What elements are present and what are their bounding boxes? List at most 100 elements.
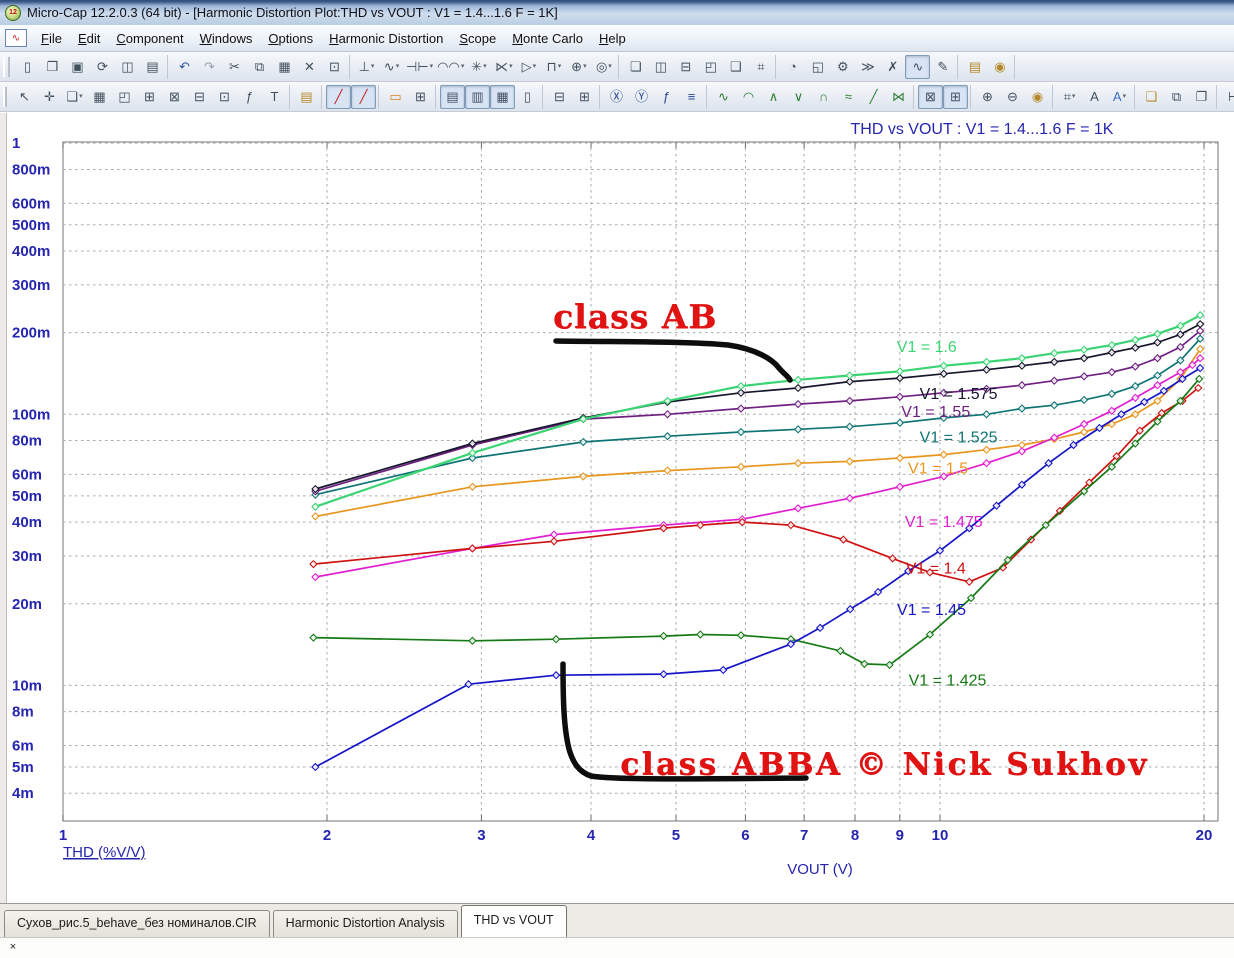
inductor-component-button[interactable]: ◠◠ ▾ bbox=[435, 55, 466, 79]
peak-plot-button[interactable]: ∿ bbox=[711, 85, 736, 109]
new-circuit-button[interactable]: ▯ bbox=[15, 55, 40, 79]
ground-component-dropdown-icon[interactable]: ▾ bbox=[371, 63, 375, 70]
copy-button[interactable]: ⧉ bbox=[247, 55, 272, 79]
y-axis-label[interactable]: THD (%V/V) bbox=[63, 844, 146, 861]
capacitor-component-dropdown-icon[interactable]: ▾ bbox=[430, 63, 434, 70]
menu-help[interactable]: Help bbox=[591, 27, 634, 50]
vertical-grid-toggle-button[interactable]: ▥ bbox=[465, 84, 490, 109]
series-label-v1-1-575[interactable]: V1 = 1.575 bbox=[920, 386, 998, 403]
revert-file-button[interactable]: ⟳ bbox=[90, 55, 115, 79]
paste-button[interactable]: ▦ bbox=[272, 55, 297, 79]
baseline-toggle-button[interactable]: ▯ bbox=[515, 85, 540, 109]
series-line-v1-1-525[interactable] bbox=[315, 338, 1201, 496]
horizontal-tag-tool-button[interactable]: ⊡ bbox=[212, 85, 237, 109]
opamp-component-button[interactable]: ▷ ▾ bbox=[516, 55, 541, 79]
split-vertical-button[interactable]: ⊞ bbox=[572, 85, 597, 109]
series-label-v1-1-5[interactable]: V1 = 1.5 bbox=[908, 461, 968, 478]
series-label-v1-1-55[interactable]: V1 = 1.55 bbox=[901, 404, 970, 421]
capacitor-component-button[interactable]: ⊣⊢ ▾ bbox=[404, 55, 435, 79]
cursor-pair-button[interactable]: ⊞ bbox=[943, 84, 968, 109]
menu-options[interactable]: Options bbox=[260, 27, 321, 50]
picture-tool-button[interactable]: ▦ bbox=[87, 85, 112, 109]
shapes-tool-button[interactable]: ❏ ▾ bbox=[62, 85, 87, 109]
probe-component-dropdown-icon[interactable]: ▾ bbox=[608, 63, 612, 70]
font-settings-button[interactable]: A ▾ bbox=[1107, 85, 1132, 109]
split-horizontal-button[interactable]: ⊟ bbox=[547, 85, 572, 109]
inductor-component-dropdown-icon[interactable]: ▾ bbox=[461, 63, 465, 70]
font-settings-dropdown-icon[interactable]: ▾ bbox=[1123, 93, 1127, 100]
class-abba-label[interactable]: class ABBA © Nick Sukhov bbox=[620, 746, 1148, 782]
animate-options-button[interactable]: ◔ bbox=[780, 55, 805, 79]
help-topics-button[interactable]: ▤ bbox=[962, 55, 987, 79]
probe-component-button[interactable]: ◎ ▾ bbox=[591, 55, 616, 79]
arrange-icons-button[interactable]: ◰ bbox=[698, 55, 723, 79]
text-tool-button[interactable]: T bbox=[262, 85, 287, 109]
series-label-v1-1-525[interactable]: V1 = 1.525 bbox=[920, 430, 998, 447]
low-plot-button[interactable]: ∨ bbox=[786, 85, 811, 109]
thd-plot-canvas[interactable]: 1 2 3 4 5 6 7 8 9 10 20 1 800m 600m 500m 400m 300m 200m 10… bbox=[0, 113, 1234, 903]
harmonic-distortion-analysis-tab[interactable]: Harmonic Distortion Analysis bbox=[272, 910, 458, 937]
transistor-component-dropdown-icon[interactable]: ▾ bbox=[509, 63, 513, 70]
series-line-v1-1-5[interactable] bbox=[315, 348, 1201, 518]
series-label-v1-1-4[interactable]: V1 = 1.4 bbox=[906, 560, 966, 577]
align-left-button[interactable]: ⊢ bbox=[1221, 85, 1234, 109]
grid-settings-dropdown-icon[interactable]: ▾ bbox=[1072, 93, 1076, 100]
stepping-button[interactable]: ≫ bbox=[855, 55, 880, 79]
tile-horizontal-button[interactable]: ⊟ bbox=[673, 55, 698, 79]
zoom-in-button[interactable]: ⊕ bbox=[975, 85, 1000, 109]
fx-settings-button[interactable]: ƒ bbox=[654, 85, 679, 109]
sine-source-dropdown-icon[interactable]: ▾ bbox=[583, 63, 587, 70]
calculator-button[interactable]: ⌗ bbox=[748, 55, 773, 79]
select-all-button[interactable]: ⊡ bbox=[322, 55, 347, 79]
series-line-v1-1-45[interactable] bbox=[314, 367, 1201, 768]
open-circuit-button[interactable]: ❐ bbox=[40, 55, 65, 79]
select-tool-button[interactable]: ↖ bbox=[12, 85, 37, 109]
circuit-file-tab[interactable]: Сухов_рис.5_behave_без номиналов.CIR bbox=[4, 910, 270, 937]
redo-button[interactable]: ↷ bbox=[197, 55, 222, 79]
pan-tool-button[interactable]: ✛ bbox=[37, 85, 62, 109]
show-token-markers-button[interactable]: ╱ bbox=[351, 84, 376, 109]
fft-plot-button[interactable]: ≈ bbox=[836, 85, 861, 109]
delete-button[interactable]: ✕ bbox=[297, 55, 322, 79]
series-layer[interactable] bbox=[309, 311, 1205, 772]
ground-component-button[interactable]: ⊥ ▾ bbox=[354, 55, 379, 79]
opamp-component-dropdown-icon[interactable]: ▾ bbox=[533, 63, 537, 70]
print-button[interactable]: ▤ bbox=[140, 55, 165, 79]
scope-cursors-button[interactable]: ⊠ bbox=[918, 84, 943, 109]
scale-tool-button[interactable]: ⊞ bbox=[137, 85, 162, 109]
pulse-source-button[interactable]: ⊓ ▾ bbox=[541, 55, 566, 79]
resistor-component-button[interactable]: ∿ ▾ bbox=[379, 55, 404, 79]
transistor-component-button[interactable]: ⋉ ▾ bbox=[491, 55, 516, 79]
x-axis-settings-button[interactable]: Ⓧ bbox=[604, 85, 629, 109]
copy-to-clipboard-button[interactable]: ❑ bbox=[1139, 85, 1164, 109]
valley-plot-button[interactable]: ◠ bbox=[736, 85, 761, 109]
cleanup-button[interactable]: ✗ bbox=[880, 55, 905, 79]
plot-window[interactable]: 1 2 3 4 5 6 7 8 9 10 20 1 800m 600m 500m 400m 300m 200m 10… bbox=[0, 113, 1234, 903]
copy-window-button[interactable]: ⧉ bbox=[1164, 85, 1189, 109]
waveform-editor-button[interactable]: ✎ bbox=[930, 55, 955, 79]
diode-component-dropdown-icon[interactable]: ▾ bbox=[483, 63, 487, 70]
properties-button[interactable]: ▤ bbox=[294, 85, 319, 109]
show-data-points-button[interactable]: ╱ bbox=[326, 84, 351, 109]
cascade-windows-button[interactable]: ❏ bbox=[623, 55, 648, 79]
horizontal-grid-toggle-button[interactable]: ▤ bbox=[440, 84, 465, 109]
print-preview-button[interactable]: ◫ bbox=[115, 55, 140, 79]
thd-vs-vout-tab[interactable]: THD vs VOUT bbox=[460, 905, 567, 937]
y-axis-settings-button[interactable]: Ⓨ bbox=[629, 85, 654, 109]
crossing-plot-button[interactable]: ⋈ bbox=[886, 85, 911, 109]
diode-component-button[interactable]: ✳ ▾ bbox=[466, 55, 491, 79]
component-info-button[interactable]: ◉ bbox=[987, 55, 1012, 79]
envelope-plot-button[interactable]: ∩ bbox=[811, 85, 836, 109]
series-label-v1-1-475[interactable]: V1 = 1.475 bbox=[905, 514, 983, 531]
pulse-source-dropdown-icon[interactable]: ▾ bbox=[558, 63, 562, 70]
tracker-toggle-button[interactable]: ⊞ bbox=[408, 85, 433, 109]
class-ab-label[interactable]: class AB bbox=[553, 297, 717, 336]
cut-button[interactable]: ✂ bbox=[222, 55, 247, 79]
menu-file[interactable]: File bbox=[33, 27, 70, 50]
zoom-out-button[interactable]: ⊖ bbox=[1000, 85, 1025, 109]
schematic-window-icon[interactable]: ∿ bbox=[5, 29, 27, 47]
paste-window-button[interactable]: ❐ bbox=[1189, 85, 1214, 109]
high-plot-button[interactable]: ∧ bbox=[761, 85, 786, 109]
zoom-region-tool-button[interactable]: ◰ bbox=[112, 85, 137, 109]
undo-button[interactable]: ↶ bbox=[172, 55, 197, 79]
